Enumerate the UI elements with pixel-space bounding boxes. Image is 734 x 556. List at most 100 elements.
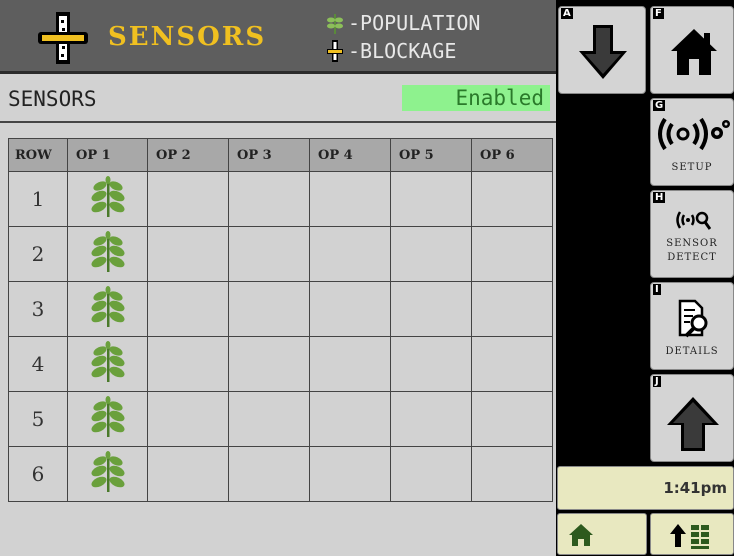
sensor-cell[interactable] (147, 226, 229, 282)
row-number: 4 (8, 336, 68, 392)
sensor-cell[interactable] (309, 446, 391, 502)
sensor-cell[interactable] (390, 226, 472, 282)
sensor-cell[interactable] (390, 281, 472, 337)
column-header-op3: OP 3 (228, 138, 310, 172)
page-header: SENSORS -POPULATION -BLOCKAGE (0, 0, 556, 74)
sensor-cell[interactable] (309, 171, 391, 227)
sensor-cell[interactable] (390, 171, 472, 227)
setup-label: SETUP (671, 162, 713, 173)
setup-button[interactable]: G SETUP (650, 98, 734, 186)
arrow-up-icon (667, 397, 719, 451)
row-number: 2 (8, 226, 68, 282)
sensor-cell[interactable] (309, 336, 391, 392)
scroll-down-button[interactable]: A (558, 6, 646, 94)
legend-population: -POPULATION (326, 10, 480, 36)
column-header-op4: OP 4 (309, 138, 391, 172)
sensor-cell[interactable] (471, 171, 553, 227)
sensor-cell[interactable] (390, 336, 472, 392)
sensor-cell[interactable] (309, 281, 391, 337)
sensor-cell[interactable] (147, 281, 229, 337)
sensor-cell[interactable] (309, 391, 391, 447)
sensor-cell[interactable] (147, 336, 229, 392)
sensor-detect-icon (676, 211, 711, 230)
sensor-cell[interactable] (147, 171, 229, 227)
sensor-table: ROW OP 1 OP 2 OP 3 OP 4 OP 5 OP 6 123456 (8, 138, 553, 502)
sensor-cell[interactable] (67, 446, 148, 502)
arrow-down-icon (579, 25, 627, 79)
softkey-letter-i: I (653, 284, 661, 295)
column-header-op5: OP 5 (390, 138, 472, 172)
softkey-letter-h: H (653, 192, 666, 203)
sensors-panel: SENSORS -POPULATION -BLOCKAGE SENSORS En… (0, 0, 556, 556)
run-page-menu-icon (670, 524, 709, 549)
row-number: 5 (8, 391, 68, 447)
sensor-detect-label-line2: DETECT (667, 252, 717, 263)
sensor-cell[interactable] (228, 281, 310, 337)
sensor-cell[interactable] (471, 446, 553, 502)
clock-time: 1:41pm (663, 479, 727, 497)
sensor-cell[interactable] (67, 171, 148, 227)
sensor-cell[interactable] (147, 446, 229, 502)
home-button[interactable]: F (650, 6, 734, 94)
sensor-cell[interactable] (471, 281, 553, 337)
sensor-cell[interactable] (228, 226, 310, 282)
status-badge[interactable]: Enabled (402, 85, 550, 111)
plant-population-icon (91, 396, 125, 442)
sensor-cell[interactable] (471, 226, 553, 282)
sensor-cell[interactable] (67, 391, 148, 447)
column-header-row: ROW (8, 138, 68, 172)
sensor-blockage-icon (327, 40, 343, 62)
legend-blockage: -BLOCKAGE (326, 38, 456, 64)
details-button[interactable]: I DETAILS (650, 282, 734, 370)
sensor-detect-label-line1: SENSOR (666, 238, 718, 249)
details-label: DETAILS (665, 346, 719, 357)
sensor-cell[interactable] (390, 446, 472, 502)
setup-icon (658, 117, 730, 151)
plant-population-icon (91, 341, 125, 387)
sensor-cell[interactable] (228, 391, 310, 447)
sensor-cell[interactable] (67, 226, 148, 282)
table-row: 5 (8, 391, 553, 447)
softkey-letter-j: J (653, 376, 661, 387)
sensor-cell[interactable] (309, 226, 391, 282)
plant-population-icon (91, 231, 125, 277)
home-icon (569, 524, 593, 546)
bottom-home-button[interactable] (557, 513, 647, 555)
table-row: 4 (8, 336, 553, 392)
sensor-cell[interactable] (471, 336, 553, 392)
plant-population-icon (91, 176, 125, 222)
sensor-cell[interactable] (228, 446, 310, 502)
table-row: 1 (8, 171, 553, 227)
column-header-op2: OP 2 (147, 138, 229, 172)
scroll-up-button[interactable]: J (650, 374, 734, 462)
table-row: 2 (8, 226, 553, 282)
plant-population-icon (91, 451, 125, 497)
softkey-letter-g: G (653, 100, 666, 111)
softkey-letter-f: F (653, 8, 664, 19)
home-icon (671, 29, 717, 75)
sensor-cell[interactable] (67, 281, 148, 337)
table-row: 6 (8, 446, 553, 502)
column-header-op1: OP 1 (67, 138, 148, 172)
table-row: 3 (8, 281, 553, 337)
clock-display: 1:41pm (557, 466, 734, 510)
sensor-cell[interactable] (228, 336, 310, 392)
sensor-cell[interactable] (390, 391, 472, 447)
legend-population-label: -POPULATION (348, 11, 481, 35)
run-page-menu-button[interactable] (650, 513, 734, 555)
row-number: 6 (8, 446, 68, 502)
sensor-tube-icon (38, 12, 88, 64)
sensor-cell[interactable] (471, 391, 553, 447)
sensor-cell[interactable] (147, 391, 229, 447)
sensor-cell[interactable] (67, 336, 148, 392)
sensors-status-bar: SENSORS Enabled (0, 77, 556, 123)
legend-blockage-label: -BLOCKAGE (348, 39, 457, 63)
plant-population-icon (91, 286, 125, 332)
details-icon (678, 299, 708, 338)
sensor-detect-button[interactable]: H SENSOR DETECT (650, 190, 734, 278)
page-title: SENSORS (108, 22, 267, 52)
row-number: 1 (8, 171, 68, 227)
row-number: 3 (8, 281, 68, 337)
sensor-cell[interactable] (228, 171, 310, 227)
plant-population-icon (327, 14, 343, 34)
